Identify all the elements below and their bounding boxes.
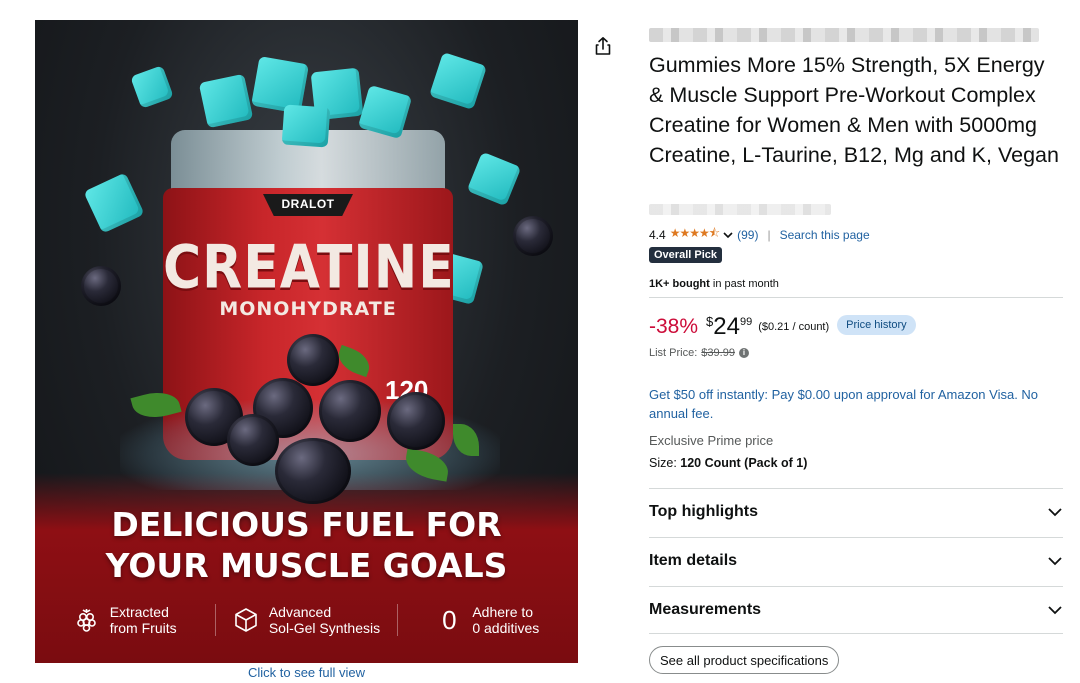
- feature-text-2: 0 additives: [472, 620, 540, 636]
- gummy-cube: [130, 65, 174, 109]
- blackberry: [287, 334, 339, 386]
- credit-card-offer-link[interactable]: Get $50 off instantly: Pay $0.00 upon ap…: [649, 385, 1063, 423]
- jar-subtitle: MONOHYDRATE: [219, 298, 397, 320]
- search-this-page-link[interactable]: Search this page: [780, 228, 870, 242]
- price-symbol: $: [706, 314, 714, 329]
- blurred-brand-line: [649, 28, 1039, 42]
- bought-rest: in past month: [709, 278, 779, 290]
- info-icon[interactable]: i: [738, 348, 749, 358]
- see-all-specifications-button[interactable]: See all product specifications: [649, 646, 840, 674]
- price-fraction: 99: [739, 316, 753, 328]
- product-main-image[interactable]: DRALOT CREATINE MONOHYDRATE 120 DELICIOU…: [35, 20, 578, 663]
- list-price-label: List Price:: [649, 347, 698, 359]
- raspberry-icon: [74, 607, 100, 633]
- rating-row: 4.4 ★★★★⯪ (99) | Search this page: [649, 224, 870, 245]
- gummy-cube: [198, 73, 254, 129]
- feature-text-2: Sol-Gel Synthesis: [268, 620, 381, 636]
- gummy-cube: [83, 172, 145, 234]
- separator: |: [767, 227, 771, 242]
- exclusive-prime-price: Exclusive Prime price: [649, 433, 774, 448]
- chevron-down-icon[interactable]: [1047, 553, 1063, 569]
- jar-title: CREATINE: [163, 233, 455, 303]
- chevron-down-icon[interactable]: [723, 228, 733, 242]
- bought-count: 1K+ bought in past month: [649, 278, 779, 290]
- product-title: Gummies More 15% Strength, 5X Energy & M…: [649, 53, 1059, 167]
- accordion-top-highlights[interactable]: Top highlights: [649, 489, 1063, 535]
- list-price-row: List Price: $39.99 i: [649, 347, 749, 359]
- full-view-link[interactable]: Click to see full view: [35, 665, 578, 680]
- headline-line-1: DELICIOUS FUEL FOR: [111, 505, 502, 544]
- blackberry: [227, 414, 279, 466]
- chevron-down-icon[interactable]: [1047, 504, 1063, 520]
- list-price-value: $39.99: [701, 347, 735, 359]
- feature-fruits: Extracted from Fruits: [35, 604, 215, 636]
- accordion-measurements[interactable]: Measurements: [649, 587, 1063, 633]
- blurred-store-link: [649, 204, 831, 215]
- image-feature-row: Extracted from Fruits Advanced Sol-Gel S…: [35, 600, 578, 640]
- blackberry: [275, 438, 351, 504]
- feature-text-2: from Fruits: [109, 620, 177, 636]
- discount-percent: -38%: [649, 315, 699, 338]
- blackberry: [387, 392, 445, 450]
- cube-icon: [233, 607, 259, 633]
- headline-line-2: YOUR MUSCLE GOALS: [105, 546, 508, 585]
- feature-text-1: Advanced: [268, 604, 332, 620]
- gummy-cube: [429, 52, 487, 110]
- accordion-label: Measurements: [649, 601, 762, 618]
- rating-value: 4.4: [649, 227, 666, 242]
- feature-text-1: Extracted: [109, 604, 169, 620]
- blackberry: [513, 216, 553, 256]
- blackberry: [319, 380, 381, 442]
- gummy-cube: [281, 104, 331, 148]
- chevron-down-icon[interactable]: [1047, 602, 1063, 618]
- share-icon[interactable]: [594, 36, 612, 56]
- feature-synthesis: Advanced Sol-Gel Synthesis: [215, 604, 396, 636]
- feature-text-1: Adhere to: [472, 604, 534, 620]
- feature-additives: 0 Adhere to 0 additives: [396, 604, 578, 636]
- zero-icon: 0: [442, 605, 457, 635]
- divider: [649, 297, 1063, 298]
- size-value: 120 Count (Pack of 1): [680, 456, 808, 470]
- accordion-item-details[interactable]: Item details: [649, 538, 1063, 584]
- accordion-label: Item details: [649, 552, 738, 569]
- price-row: -38% $ 24 99 ($0.21 / count) Price histo…: [649, 312, 916, 342]
- price-whole: 24: [713, 313, 740, 340]
- unit-price: ($0.21 / count): [758, 321, 830, 333]
- star-rating-icon[interactable]: ★★★★⯪: [670, 224, 720, 245]
- price-history-button[interactable]: Price history: [837, 315, 916, 335]
- brand-logo: DRALOT: [263, 194, 353, 216]
- bought-bold: 1K+ bought: [649, 278, 710, 290]
- image-headline: DELICIOUS FUEL FOR YOUR MUSCLE GOALS: [35, 504, 578, 586]
- overall-pick-badge[interactable]: Overall Pick: [649, 247, 722, 263]
- gummy-cube: [466, 151, 522, 207]
- rating-count-link[interactable]: (99): [737, 228, 758, 242]
- size-row: Size: 120 Count (Pack of 1): [649, 456, 807, 470]
- size-label: Size:: [649, 456, 681, 470]
- divider: [649, 633, 1063, 634]
- accordion-label: Top highlights: [649, 503, 759, 520]
- blackberry: [81, 266, 121, 306]
- price: $ 24 99: [706, 312, 752, 342]
